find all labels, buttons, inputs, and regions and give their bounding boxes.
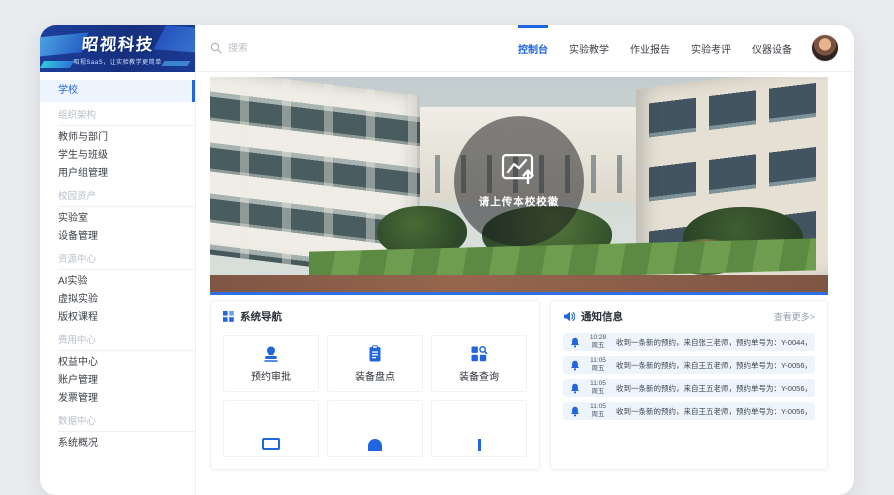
sidebar-item-laboratory[interactable]: 实验室 xyxy=(40,210,195,228)
brand-logo: 昭视科技 昭视SaaS，让实验教学更简单 xyxy=(40,25,195,72)
sidebar-item-account-management[interactable]: 账户管理 xyxy=(40,372,195,390)
stamp-icon xyxy=(262,345,280,363)
sidebar-item-students-classes[interactable]: 学生与班级 xyxy=(40,147,195,165)
upload-logo-overlay[interactable]: 请上传本校校徽 xyxy=(454,116,584,246)
bell-icon xyxy=(570,360,580,371)
system-nav-panel: 系统导航 预约审批 xyxy=(210,300,540,470)
sidebar-item-user-groups[interactable]: 用户组管理 xyxy=(40,165,195,183)
tab-homework-reports[interactable]: 作业报告 xyxy=(630,25,670,71)
content-area: 请上传本校校徽 xyxy=(196,72,854,495)
main-area: 控制台 实验教学 作业报告 实验考评 仪器设备 xyxy=(196,25,854,495)
nav-card-label: 装备盘点 xyxy=(355,368,395,383)
sidebar-section-campus-assets: 校园资产 xyxy=(40,189,195,204)
notice-text: 收到一条新的预约，来自王五老师，预约单号为：Y-0056，请尽快处理。 xyxy=(616,360,807,371)
sidebar-section-resource-center: 资源中心 xyxy=(40,252,195,267)
notice-row[interactable]: 11:05 周五 收到一条新的预约，来自王五老师，预约单号为：Y-0056，请尽… xyxy=(563,356,815,374)
divider xyxy=(58,431,195,432)
system-nav-title: 系统导航 xyxy=(240,309,282,324)
bell-icon xyxy=(570,337,580,348)
divider xyxy=(58,269,195,270)
search-box xyxy=(210,42,378,54)
sidebar-item-rights-center[interactable]: 权益中心 xyxy=(40,354,195,372)
partial-icon xyxy=(368,439,382,451)
search-icon xyxy=(210,42,222,54)
partial-icon xyxy=(478,439,481,451)
sidebar-item-virtual-experiments[interactable]: 虚拟实验 xyxy=(40,291,195,309)
nav-card-label: 装备查询 xyxy=(459,368,499,383)
notice-row[interactable]: 11:05 周五 收到一条新的预约，来自王五老师，预约单号为：Y-0056，请尽… xyxy=(563,379,815,397)
notice-panel: 通知信息 查看更多> 10:28 xyxy=(550,300,828,470)
sidebar-item-licensed-courses[interactable]: 版权课程 xyxy=(40,309,195,327)
notice-time: 11:05 周五 xyxy=(587,380,609,396)
search-input[interactable] xyxy=(228,43,378,54)
nav-card-label: 预约审批 xyxy=(251,368,291,383)
path xyxy=(210,275,828,292)
grid-icon xyxy=(223,311,234,322)
sidebar-section-data-center: 数据中心 xyxy=(40,414,195,429)
app-window: 昭视科技 昭视SaaS，让实验教学更简单 学校 组织架构 教师与部门 学生与班级… xyxy=(40,25,854,495)
sidebar-section-cost-center: 费用中心 xyxy=(40,333,195,348)
sidebar-item-invoice-management[interactable]: 发票管理 xyxy=(40,390,195,408)
notice-row[interactable]: 11:05 周五 收到一条新的预约，来自王五老师，预约单号为：Y-0056，请尽… xyxy=(563,402,815,420)
sidebar-item-equipment-management[interactable]: 设备管理 xyxy=(40,228,195,246)
notice-list: 10:28 周五 收到一条新的预约，来自张三老师，预约单号为：Y-0044，请尽… xyxy=(563,333,815,420)
tab-experiment-teaching[interactable]: 实验教学 xyxy=(569,25,609,71)
tab-instruments-equipment[interactable]: 仪器设备 xyxy=(752,25,792,71)
notice-time: 11:05 周五 xyxy=(587,403,609,419)
brand-tagline: 昭视SaaS，让实验教学更简单 xyxy=(73,57,161,66)
image-upload-icon xyxy=(501,153,537,185)
notice-text: 收到一条新的预约，来自王五老师，预约单号为：Y-0056，请尽快处理。 xyxy=(616,406,807,417)
brand-title: 昭视科技 xyxy=(80,31,154,55)
divider xyxy=(58,350,195,351)
bottom-panels: 系统导航 预约审批 xyxy=(210,300,828,470)
speaker-icon xyxy=(563,311,575,322)
nav-card-reservation-approval[interactable]: 预约审批 xyxy=(223,335,319,392)
tab-experiment-evaluation[interactable]: 实验考评 xyxy=(691,25,731,71)
view-more-link[interactable]: 查看更多> xyxy=(774,310,815,323)
notice-title: 通知信息 xyxy=(581,309,623,324)
notice-header: 通知信息 查看更多> xyxy=(563,309,815,324)
topnav-tabs: 控制台 实验教学 作业报告 实验考评 仪器设备 xyxy=(518,25,792,71)
logo-decor-shape xyxy=(40,61,74,68)
nav-card-partial[interactable] xyxy=(431,400,527,457)
clipboard-icon xyxy=(366,345,384,363)
sidebar-menu: 学校 组织架构 教师与部门 学生与班级 用户组管理 校园资产 实验室 设备管理 … xyxy=(40,72,195,495)
nav-cards-grid: 预约审批 xyxy=(223,335,527,457)
bell-icon xyxy=(570,406,580,417)
topbar: 控制台 实验教学 作业报告 实验考评 仪器设备 xyxy=(196,25,854,72)
sidebar-item-school[interactable]: 学校 xyxy=(40,80,195,102)
nav-card-partial[interactable] xyxy=(223,400,319,457)
nav-card-equipment-inventory[interactable]: 装备盘点 xyxy=(327,335,423,392)
notice-text: 收到一条新的预约，来自张三老师，预约单号为：Y-0044，请尽快处理。 xyxy=(616,337,807,348)
logo-decor-shape xyxy=(162,61,191,66)
divider xyxy=(58,125,195,126)
divider xyxy=(58,206,195,207)
sidebar-section-organization: 组织架构 xyxy=(40,108,195,123)
logo-decor-shape xyxy=(154,25,195,52)
hero-banner: 请上传本校校徽 xyxy=(210,77,828,295)
notice-text: 收到一条新的预约，来自王五老师，预约单号为：Y-0056，请尽快处理。 xyxy=(616,383,807,394)
upload-text: 请上传本校校徽 xyxy=(479,194,560,209)
sidebar: 昭视科技 昭视SaaS，让实验教学更简单 学校 组织架构 教师与部门 学生与班级… xyxy=(40,25,196,495)
system-nav-header: 系统导航 xyxy=(223,309,527,324)
notice-time: 11:05 周五 xyxy=(587,357,609,373)
bell-icon xyxy=(570,383,580,394)
sidebar-item-teachers-departments[interactable]: 教师与部门 xyxy=(40,129,195,147)
user-avatar[interactable] xyxy=(812,35,838,61)
search-grid-icon xyxy=(470,345,488,363)
nav-card-equipment-query[interactable]: 装备查询 xyxy=(431,335,527,392)
partial-icon xyxy=(262,438,280,450)
notice-time: 10:28 周五 xyxy=(587,334,609,350)
notice-row[interactable]: 10:28 周五 收到一条新的预约，来自张三老师，预约单号为：Y-0044，请尽… xyxy=(563,333,815,351)
tab-console[interactable]: 控制台 xyxy=(518,25,548,71)
sidebar-item-ai-experiments[interactable]: AI实验 xyxy=(40,273,195,291)
nav-card-partial[interactable] xyxy=(327,400,423,457)
sidebar-item-system-overview[interactable]: 系统概况 xyxy=(40,435,195,453)
